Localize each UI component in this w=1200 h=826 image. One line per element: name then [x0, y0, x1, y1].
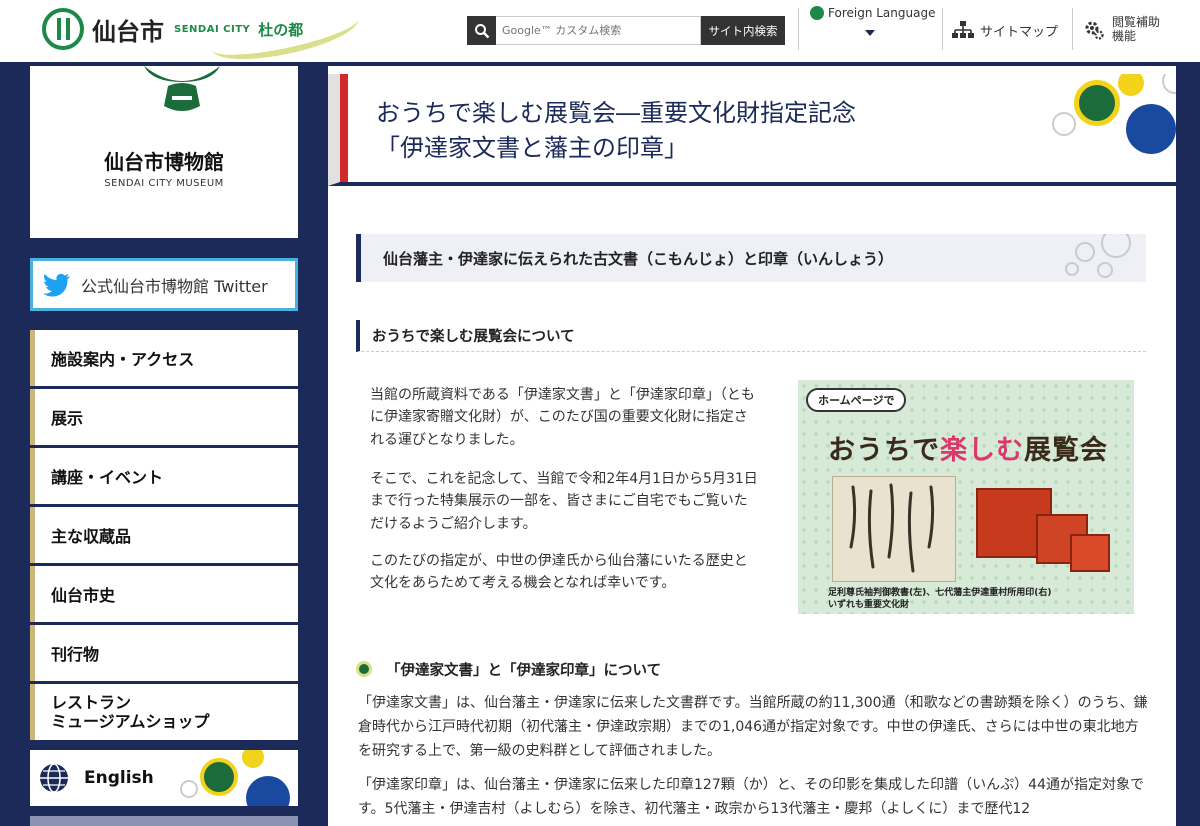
nav-item-city-history[interactable]: 仙台市史	[30, 566, 298, 622]
accessibility-label-2: 機能	[1112, 29, 1137, 43]
accessibility-label-1: 閲覧補助	[1112, 15, 1161, 30]
page-title-line1: おうちで楽しむ展覧会―重要文化財指定記念	[376, 99, 856, 127]
decorative-circle	[200, 758, 238, 796]
decorative-circle	[1075, 242, 1095, 262]
museum-logo-card[interactable]: 仙台市博物館 SENDAI CITY MUSEUM	[30, 66, 298, 238]
search-button[interactable]: サイト内検索	[701, 16, 785, 45]
english-link[interactable]: English	[30, 750, 298, 806]
promo-caption-line2: いずれも重要文化財	[828, 599, 910, 610]
sidebar-nav: 施設案内・アクセス 展示 講座・イベント 主な収蔵品 仙台市史 刊行物 レストラ…	[30, 330, 298, 743]
page-title: おうちで楽しむ展覧会―重要文化財指定記念 「伊達家文書と藩主の印章」	[376, 96, 856, 166]
exhibition-promo-image: ホームページで おうちで楽しむ展覧会 足利尊氏袖判御教書(左)、七代藩主伊達重村…	[798, 380, 1134, 614]
site-header: 仙台市 SENDAI CITY 杜の都 サイト内検索 Foreign Langu…	[0, 0, 1200, 70]
museum-name: 仙台市博物館	[104, 150, 224, 174]
nav-item-shop-label: ミュージアムショップ	[51, 712, 210, 731]
sitemap-icon	[952, 21, 974, 38]
decorative-circle	[1101, 234, 1131, 258]
decorative-circle	[180, 780, 198, 798]
nav-item-facility-access[interactable]: 施設案内・アクセス	[30, 330, 298, 386]
nav-item-restaurant-shop[interactable]: レストラン ミュージアムショップ	[30, 684, 298, 740]
sitemap-label: サイトマップ	[980, 24, 1059, 40]
decorative-circle	[1065, 262, 1079, 276]
page-subtitle-text: 仙台藩主・伊達家に伝えられた古文書（こもんじょ）と印章（いんしょう）	[383, 249, 894, 268]
intro-paragraph-2: そこで、これを記念して、当館で令和2年4月1日から5月31日まで行った特集展示の…	[370, 471, 758, 532]
header-divider	[798, 8, 799, 50]
twitter-bird-icon	[43, 273, 70, 296]
globe-icon	[40, 763, 68, 793]
museum-name-en: SENDAI CITY MUSEUM	[104, 178, 224, 189]
sidebar-bottom-bar	[30, 816, 298, 826]
promo-title-pre: おうちで	[828, 435, 940, 466]
nav-item-lectures-events[interactable]: 講座・イベント	[30, 448, 298, 504]
decorative-circle	[1126, 104, 1176, 154]
page-title-banner: おうちで楽しむ展覧会―重要文化財指定記念 「伊達家文書と藩主の印章」	[328, 74, 1176, 186]
twitter-link[interactable]: 公式仙台市博物館 Twitter	[30, 258, 298, 311]
nav-item-collections[interactable]: 主な収蔵品	[30, 507, 298, 563]
header-divider	[942, 8, 943, 50]
main-content: おうちで楽しむ展覧会―重要文化財指定記念 「伊達家文書と藩主の印章」 仙台藩主・…	[328, 66, 1176, 826]
globe-icon	[810, 6, 824, 20]
search-input[interactable]	[496, 16, 701, 45]
seal-box-small	[1070, 534, 1110, 572]
intro-paragraph-3: このたびの指定が、中世の伊達氏から仙台藩にいたる歴史と文化をあらためて考える機会…	[370, 553, 748, 592]
gear-icon	[1085, 21, 1104, 40]
page-title-line2: 「伊達家文書と藩主の印章」	[376, 133, 688, 162]
chevron-down-icon	[865, 30, 875, 36]
decorative-circle	[246, 776, 290, 806]
section-heading-documents: 「伊達家文書」と「伊達家印章」について	[356, 656, 1146, 682]
nav-item-exhibitions[interactable]: 展示	[30, 389, 298, 445]
search-icon	[467, 16, 496, 45]
promo-caption: 足利尊氏袖判御教書(左)、七代藩主伊達重村所用印(右) いずれも重要文化財	[828, 588, 1051, 611]
page-subtitle: 仙台藩主・伊達家に伝えられた古文書（こもんじょ）と印章（いんしょう）	[356, 234, 1146, 282]
documents-paragraph: 「伊達家文書」は、仙台藩主・伊達家に伝来した文書群です。当館所蔵の約11,300…	[358, 695, 1148, 759]
decorative-circle	[1052, 112, 1076, 136]
promo-caption-line1: 足利尊氏袖判御教書(左)、七代藩主伊達重村所用印(右)	[828, 588, 1052, 598]
foreign-language-label: Foreign Language	[828, 6, 936, 20]
decorative-circle	[242, 750, 264, 768]
decorative-circle	[1097, 262, 1113, 278]
promo-speech-bubble: ホームページで	[806, 388, 907, 412]
sitemap-link[interactable]: サイトマップ	[952, 6, 1058, 54]
seals-paragraph: 「伊達家印章」は、仙台藩主・伊達家に伝来した印章127顆（か）と、その印影を集成…	[358, 777, 1144, 817]
promo-title-post: 展覧会	[1024, 435, 1108, 466]
helmet-crest-icon	[144, 66, 220, 111]
decorative-circle	[1118, 74, 1144, 96]
city-name: 仙台市	[92, 17, 164, 46]
section-heading-about: おうちで楽しむ展覧会について	[356, 320, 1146, 352]
twitter-label: 公式仙台市博物館 Twitter	[81, 276, 268, 296]
decorative-circle	[1162, 74, 1176, 94]
foreign-language-menu[interactable]: Foreign Language	[810, 6, 935, 54]
header-divider	[1072, 8, 1073, 50]
accessibility-tools-button[interactable]: 閲覧補助 機能	[1084, 6, 1160, 54]
title-accent-bar	[340, 74, 348, 182]
promo-title-highlight: 楽しむ	[940, 435, 1024, 466]
decorative-circle	[1074, 80, 1120, 126]
sidebar: 仙台市博物館 SENDAI CITY MUSEUM 公式仙台市博物館 Twitt…	[0, 66, 328, 826]
ancient-document-image	[832, 476, 956, 582]
promo-title: おうちで楽しむ展覧会	[828, 428, 1108, 467]
bullet-icon	[356, 661, 372, 677]
intro-paragraph-1: 当館の所蔵資料である「伊達家文書」と「伊達家印章」（ともに伊達家寄贈文化財）が、…	[370, 387, 755, 448]
city-emblem-icon	[42, 8, 84, 50]
site-search: サイト内検索	[467, 16, 785, 45]
english-label: English	[84, 768, 154, 788]
section-heading-documents-text: 「伊達家文書」と「伊達家印章」について	[386, 662, 662, 679]
nav-item-restaurant-label: レストラン	[51, 692, 132, 712]
nav-item-publications[interactable]: 刊行物	[30, 625, 298, 681]
